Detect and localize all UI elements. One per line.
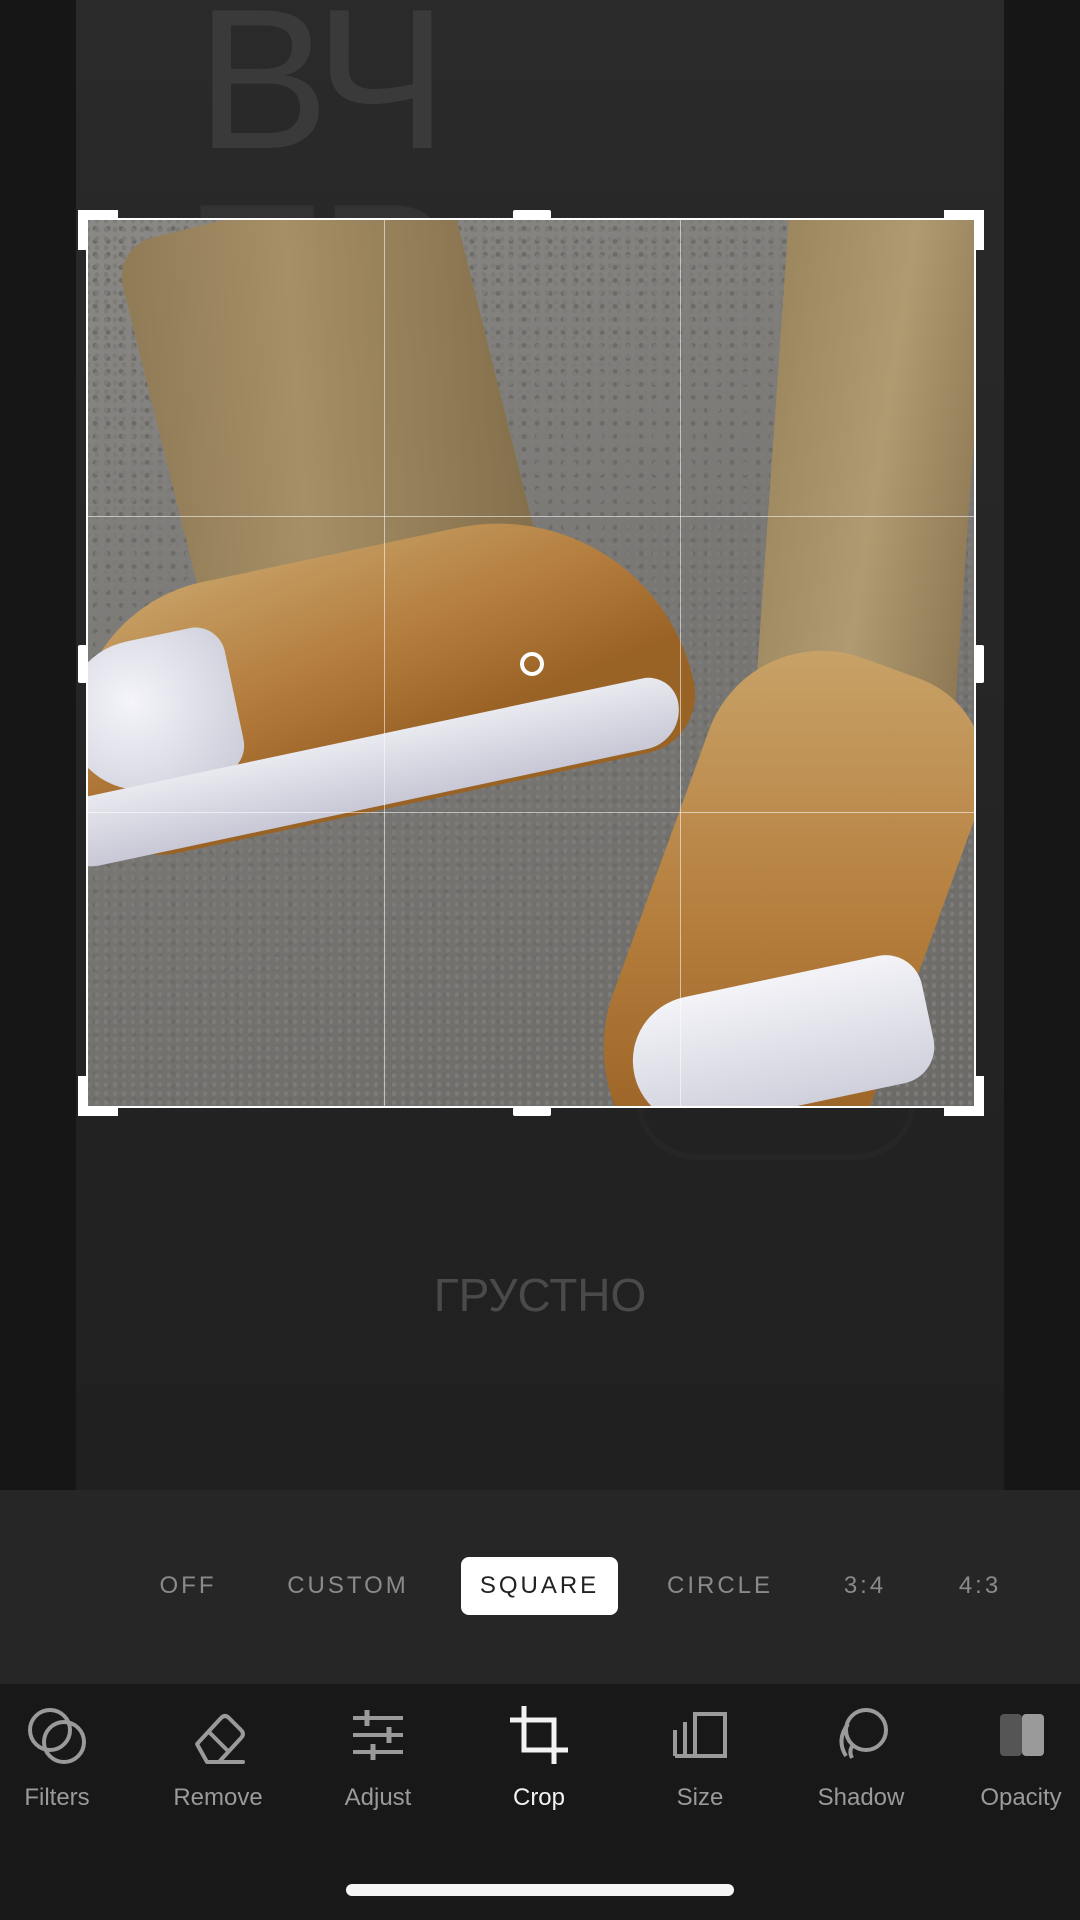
tool-shadow[interactable]: Shadow: [781, 1700, 941, 1812]
filters-icon: [28, 1708, 86, 1764]
size-icon: [673, 1712, 727, 1758]
aspect-option-circle[interactable]: CIRCLE: [660, 1557, 780, 1615]
tool-remove[interactable]: Remove: [138, 1700, 298, 1812]
aspect-option-3-4[interactable]: 3:4: [820, 1557, 910, 1615]
crop-frame[interactable]: [78, 210, 984, 1116]
background-letters: ВЧ: [196, 0, 448, 191]
crop-grid-line: [88, 516, 974, 517]
tool-label: Remove: [173, 1784, 263, 1811]
aspect-option-square[interactable]: SQUARE: [461, 1557, 618, 1615]
tool-label: Adjust: [344, 1784, 412, 1811]
crop-handle-bottom-right[interactable]: [944, 1076, 984, 1116]
crop-handle-right[interactable]: [975, 645, 984, 683]
background-caption: ГРУСТНО: [433, 1269, 647, 1321]
sliders-icon: [353, 1710, 403, 1760]
eraser-icon: [195, 1714, 245, 1764]
crop-handle-top-right[interactable]: [944, 210, 984, 250]
shoe-shadow: [636, 1100, 916, 1160]
tool-label: Shadow: [817, 1784, 905, 1811]
crop-handle-left[interactable]: [78, 645, 87, 683]
tool-filters[interactable]: Filters: [0, 1700, 137, 1812]
crop-handle-bottom[interactable]: [513, 1107, 551, 1116]
aspect-option-custom[interactable]: CUSTOM: [278, 1557, 418, 1615]
home-indicator[interactable]: [346, 1884, 734, 1896]
crop-handle-top-left[interactable]: [78, 210, 118, 250]
crop-icon: [510, 1706, 568, 1764]
tool-opacity[interactable]: Opacity: [941, 1700, 1080, 1812]
tool-adjust[interactable]: Adjust: [298, 1700, 458, 1812]
tool-label: Filters: [24, 1784, 90, 1811]
crop-grid-line: [680, 220, 681, 1106]
crop-grid-line: [384, 220, 385, 1106]
crop-center-handle[interactable]: [520, 652, 544, 676]
crop-handle-bottom-left[interactable]: [78, 1076, 118, 1116]
shadow-icon: [839, 1708, 888, 1759]
tool-label: Opacity: [980, 1784, 1062, 1811]
tool-label: Size: [676, 1784, 724, 1811]
editor-canvas: ВЧ ТР ГРУСТНО: [0, 0, 1080, 1490]
opacity-icon: [1000, 1714, 1044, 1756]
aspect-option-4-3[interactable]: 4:3: [940, 1557, 1020, 1615]
tool-label: Crop: [512, 1784, 566, 1811]
crop-grid-line: [88, 812, 974, 813]
crop-handle-top[interactable]: [513, 210, 551, 219]
tool-size[interactable]: Size: [620, 1700, 780, 1812]
aspect-option-off[interactable]: OFF: [138, 1557, 238, 1615]
tool-crop[interactable]: Crop: [459, 1700, 619, 1812]
